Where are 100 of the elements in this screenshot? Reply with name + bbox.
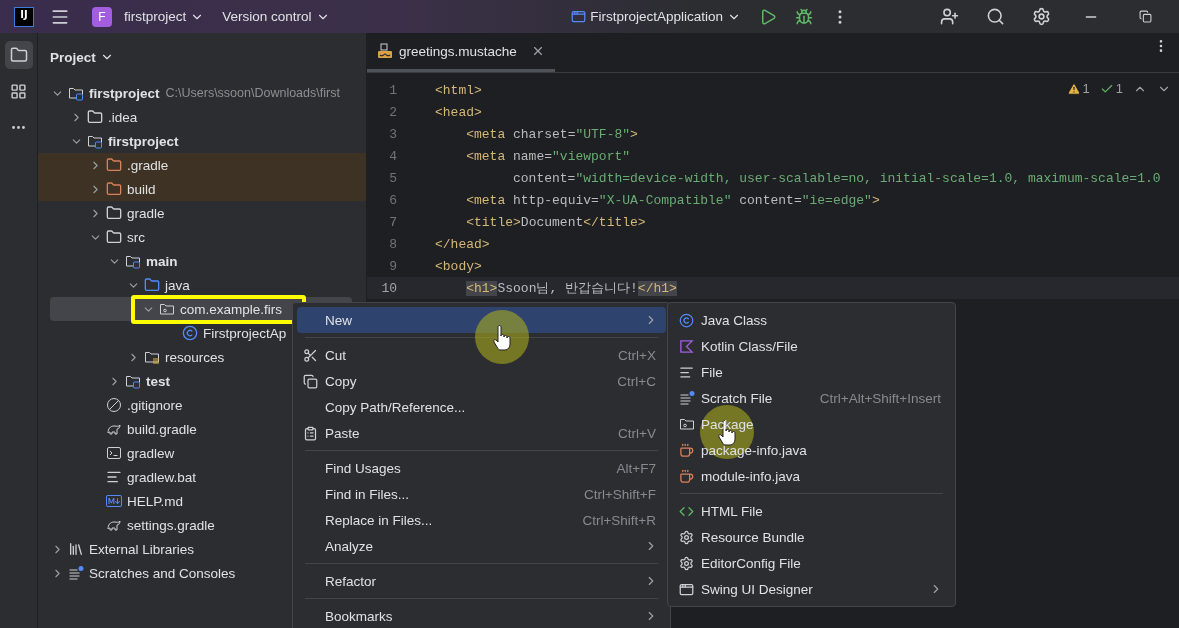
tree-item-label[interactable]: FirstprojectAp — [203, 325, 287, 341]
folder-icon — [87, 109, 103, 125]
folder-icon — [106, 229, 122, 245]
panel-title[interactable]: Project — [50, 49, 114, 65]
run-config-dropdown[interactable]: FirstprojectApplication — [565, 9, 747, 24]
gear-icon — [679, 529, 694, 545]
tree-item-label[interactable]: resources — [165, 349, 225, 365]
tree-item-label[interactable]: gradlew — [127, 445, 175, 461]
text-file-icon — [106, 469, 122, 485]
shortcut-label: Ctrl+Shift+R — [582, 512, 656, 528]
folder-icon — [106, 181, 122, 197]
menu-item[interactable]: Refactor — [297, 568, 666, 594]
shortcut-label: Ctrl+Shift+F — [583, 486, 656, 502]
menu-item[interactable]: Analyze — [297, 533, 666, 559]
project-badge: F — [92, 6, 112, 27]
module-folder-icon — [68, 85, 84, 101]
menu-item[interactable]: module-info.java — [672, 463, 951, 489]
tree-item-label[interactable]: gradle — [127, 205, 165, 221]
scissors-icon — [303, 347, 318, 363]
tree-item-label[interactable]: .gradle — [127, 157, 169, 173]
code-line: </head> — [435, 236, 490, 252]
ignore-icon — [106, 397, 122, 413]
folder-icon — [106, 205, 122, 221]
folder-icon[interactable] — [4, 41, 33, 69]
tree-item-label[interactable]: HELP.md — [127, 493, 184, 509]
menu-item[interactable]: Find Usages Alt+F7 — [297, 455, 666, 481]
menu-item[interactable]: Find in Files... Ctrl+Shift+F — [297, 481, 666, 507]
editor-tab[interactable]: greetings.mustache — [367, 33, 555, 72]
code-line: <title>Document</title> — [465, 214, 646, 230]
menu-item[interactable]: EditorConfig File — [672, 550, 951, 576]
tree-item-label[interactable]: settings.gradle — [127, 517, 215, 533]
tree-item-label[interactable]: firstproject — [108, 133, 179, 149]
warning-count[interactable]: 1 — [1066, 81, 1090, 96]
menu-item[interactable]: Kotlin Class/File — [672, 333, 951, 359]
tree-item-label[interactable]: External Libraries — [89, 541, 195, 557]
line-number: 4 — [388, 148, 398, 164]
tree-item-label[interactable]: build.gradle — [127, 421, 197, 437]
tree-item-label[interactable]: build — [127, 181, 156, 197]
menu-item[interactable]: Bookmarks — [297, 603, 666, 628]
menu-item[interactable]: HTML File — [672, 498, 951, 524]
line-number: 3 — [388, 126, 398, 142]
module-folder-icon — [125, 373, 141, 389]
menu-item[interactable]: Replace in Files... Ctrl+Shift+R — [297, 507, 666, 533]
menu-item[interactable]: Swing UI Designer — [672, 576, 951, 602]
project-path: C:\Users\ssoon\Downloads\first — [165, 86, 340, 100]
cup-icon — [679, 468, 694, 484]
tree-item-label[interactable]: gradlew.bat — [127, 469, 197, 485]
tree-item-label[interactable]: test — [146, 373, 170, 389]
menu-item[interactable]: Copy Ctrl+C — [297, 368, 666, 394]
mustache-file-icon — [377, 43, 393, 59]
vcs-dropdown[interactable]: Version control — [216, 9, 336, 24]
folder-icon — [106, 157, 122, 173]
module-folder-icon — [125, 253, 141, 269]
menu-item[interactable]: Paste Ctrl+V — [297, 420, 666, 446]
code-line: <meta name="viewport" — [465, 148, 631, 164]
tree-item-label[interactable]: firstproject — [89, 85, 160, 101]
typo-count[interactable]: 1 — [1099, 81, 1123, 96]
tree-item-label[interactable]: .gitignore — [127, 397, 183, 413]
tree-item-label[interactable]: Scratches and Consoles — [89, 565, 236, 581]
code-line: <meta http-equiv="X-UA-Compatible" content="ie=edge"> — [465, 192, 880, 208]
kotlin-icon — [679, 338, 694, 354]
cup-icon — [679, 442, 694, 458]
line-number: 9 — [388, 258, 398, 274]
clipboard-icon — [303, 425, 318, 441]
menu-item[interactable]: package-info.java — [672, 437, 951, 463]
tree-item-label[interactable]: main — [146, 253, 178, 269]
app-logo[interactable]: IJ — [14, 6, 34, 27]
resources-folder-icon — [144, 349, 160, 365]
line-number: 6 — [388, 192, 398, 208]
window-icon — [679, 581, 694, 597]
code-line: <head> — [435, 104, 482, 120]
code-line: <meta charset="UTF-8"> — [465, 126, 638, 142]
line-number: 2 — [388, 104, 398, 120]
terminal-icon — [106, 445, 122, 461]
code-line: <html> — [435, 82, 482, 98]
warning-icon — [1066, 81, 1081, 96]
tree-item-label[interactable]: src — [127, 229, 145, 245]
package-icon — [679, 416, 695, 432]
class-icon — [679, 312, 694, 328]
scratch-icon — [679, 390, 695, 406]
menu-item[interactable]: Java Class — [672, 307, 951, 333]
code-line: content="width=device-width, user-scalable=no, initial-scale=1.0, maximum-scale=1.0 — [512, 170, 1161, 186]
shortcut-label: Alt+F7 — [616, 460, 656, 476]
tree-item-label[interactable]: .idea — [108, 109, 138, 125]
menu-item[interactable]: Scratch File Ctrl+Alt+Shift+Insert — [672, 385, 951, 411]
code-line: <h1>Ssoon님, 반갑습니다!</h1> — [465, 280, 677, 297]
tree-item-label[interactable]: java — [165, 277, 190, 293]
menu-item[interactable]: Resource Bundle — [672, 524, 951, 550]
menu-item[interactable]: Copy Path/Reference... — [297, 394, 666, 420]
window-icon — [571, 9, 587, 24]
shortcut-label: Ctrl+V — [618, 425, 656, 441]
menu-item[interactable]: File — [672, 359, 951, 385]
text-file-icon — [679, 364, 694, 380]
library-icon — [68, 541, 84, 557]
menu-item[interactable]: Cut Ctrl+X — [297, 342, 666, 368]
project-dropdown[interactable]: firstproject — [118, 9, 211, 24]
scratch-icon — [68, 565, 84, 581]
tree-item-label[interactable]: com.example.firs — [180, 301, 283, 317]
gear-icon — [679, 555, 694, 571]
shortcut-label: Ctrl+Alt+Shift+Insert — [819, 390, 941, 406]
